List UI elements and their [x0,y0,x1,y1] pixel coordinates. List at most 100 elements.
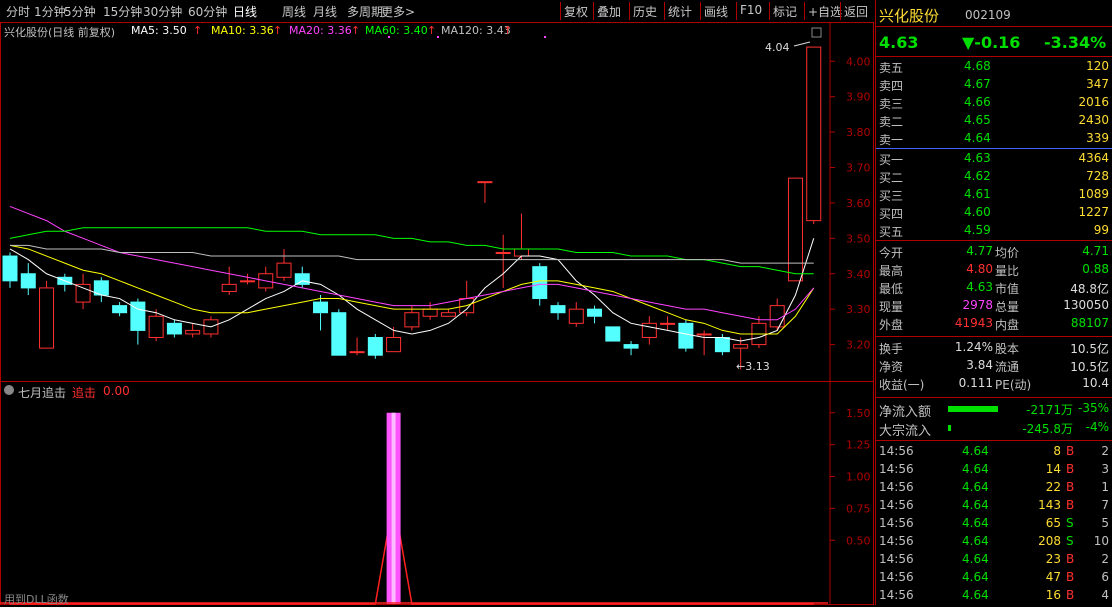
period-tab[interactable]: 多周期 [347,3,383,20]
tick-row[interactable]: 14:56 4.64 22 B 1 [876,479,1112,497]
kline-chart[interactable]: 4.00 3.90 3.80 3.70 3.60 3.50 3.40 3.30 3.20 4.04… [0,0,874,605]
period-tab[interactable]: 分时 [6,3,30,20]
tick-row[interactable]: 14:56 4.64 16 B 4 [876,587,1112,605]
level-price: 4.68 [964,59,991,73]
tool-button[interactable]: 复权 [564,3,588,20]
tick-price: 4.64 [962,480,989,494]
y-tick-label: 3.90 [846,91,871,104]
level-volume: 1089 [1078,187,1109,201]
candle-body [550,305,566,314]
tool-button[interactable]: 历史 [633,3,657,20]
tick-direction: S [1066,534,1074,548]
stat-value: 48.8亿 [1070,282,1109,296]
indicator-name[interactable]: 七月追击 [18,384,66,401]
flow-row: 净流入额 -2171万 -35% [876,400,1112,420]
level-volume: 728 [1086,169,1109,183]
flow-label: 大宗流入 [879,424,932,439]
tick-price: 4.64 [962,588,989,602]
candle-body [166,322,182,335]
divider [876,148,1112,149]
flow-bar [948,425,951,431]
period-tab[interactable]: 月线 [313,3,337,20]
fin-label: 收益(一) [879,378,925,392]
period-tab[interactable]: 周线 [282,3,306,20]
indicator-toggle-icon[interactable] [4,385,14,395]
tick-price: 4.64 [962,516,989,530]
period-tab[interactable]: 30分钟 [143,3,182,20]
fin-label: 股本 [995,342,1020,356]
tick-direction: B [1066,444,1075,458]
tool-button[interactable]: F10 [740,3,762,17]
bid-row[interactable]: 买一 4.63 4364 [876,150,1112,168]
ask-row[interactable]: 卖三 4.66 2016 [876,94,1112,112]
candle-body [751,322,767,346]
candle-body [75,283,91,303]
fin-value: 1.24% [954,340,993,354]
tick-row[interactable]: 14:56 4.64 65 S 5 [876,515,1112,533]
tick-row[interactable]: 14:56 4.64 208 S 10 [876,533,1112,551]
period-tab[interactable]: 日线 [233,3,257,20]
fin-value: 10.5亿 [1070,360,1109,374]
bid-row[interactable]: 买五 4.59 99 [876,222,1112,240]
tick-row[interactable]: 14:56 4.64 14 B 3 [876,461,1112,479]
candle-body [495,252,511,254]
tick-row[interactable]: 14:56 4.64 8 B 2 [876,443,1112,461]
tick-count: 6 [1101,570,1109,584]
stat-row: 外盘 41943 内盘 88107 [876,315,1112,333]
ask-row[interactable]: 卖四 4.67 347 [876,76,1112,94]
period-tab[interactable]: 15分钟 [103,3,142,20]
period-tab[interactable]: 60分钟 [188,3,227,20]
tool-button[interactable]: 返回 [844,3,868,20]
tool-button[interactable]: 标记 [773,3,797,20]
tick-time: 14:56 [879,588,914,602]
tool-button[interactable]: 画线 [704,3,728,20]
signal-dot [388,36,390,38]
y-tick-label: 4.00 [846,55,871,68]
tick-count: 3 [1101,462,1109,476]
ma-arrow-icon: ↑ [351,24,361,37]
indicator-bar-core [391,412,396,604]
ask-row[interactable]: 卖二 4.65 2430 [876,112,1112,130]
fin-label: 换手 [879,342,904,356]
candle-body [203,319,219,335]
candle-body [20,273,36,289]
candle-body [294,273,310,285]
tick-row[interactable]: 14:56 4.64 23 B 2 [876,551,1112,569]
ask-row[interactable]: 卖一 4.64 339 [876,130,1112,148]
ma-line-ma20 [9,205,815,321]
level-label: 卖三 [879,97,904,111]
candle-body [130,301,146,331]
bid-row[interactable]: 买二 4.62 728 [876,168,1112,186]
stat-value: 4.63 [966,280,993,294]
tool-button[interactable]: 统计 [668,3,692,20]
candle-body [532,266,548,300]
period-tab[interactable]: 5分钟 [64,3,96,20]
tick-row[interactable]: 14:56 4.64 143 B 7 [876,497,1112,515]
indicator-value: 0.00 [103,384,130,398]
tool-button[interactable]: 叠加 [597,3,621,20]
tick-row[interactable]: 14:56 4.64 47 B 6 [876,569,1112,587]
period-tab[interactable]: 1分钟 [34,3,66,20]
high-price-label: 4.04 [765,41,790,54]
bid-row[interactable]: 买四 4.60 1227 [876,204,1112,222]
level-label: 卖一 [879,133,904,147]
stat-value: 88107 [1070,316,1109,330]
flow-bar [948,406,998,412]
level-price: 4.62 [964,169,991,183]
level-volume: 2430 [1078,113,1109,127]
tick-count: 1 [1101,480,1109,494]
candle-body [185,329,201,335]
ma-legend: 兴化股份(日线 前复权) MA5: 3.50 ↑ MA10: 3.36 ↑ MA20: … [0,22,830,40]
ask-row[interactable]: 卖五 4.68 120 [876,58,1112,76]
bid-row[interactable]: 买三 4.61 1089 [876,186,1112,204]
fin-row: 收益(一) 0.111 PE(动) 10.4 [876,375,1112,393]
stat-label: 最低 [879,282,904,296]
candle-body [806,46,822,222]
candle-body [769,305,785,328]
tool-divider [700,2,701,20]
divider [876,336,1112,337]
period-tab[interactable]: 更多> [381,3,415,20]
tool-button[interactable]: +自选 [808,3,842,20]
candle-body [696,333,712,336]
level-volume: 1227 [1078,205,1109,219]
